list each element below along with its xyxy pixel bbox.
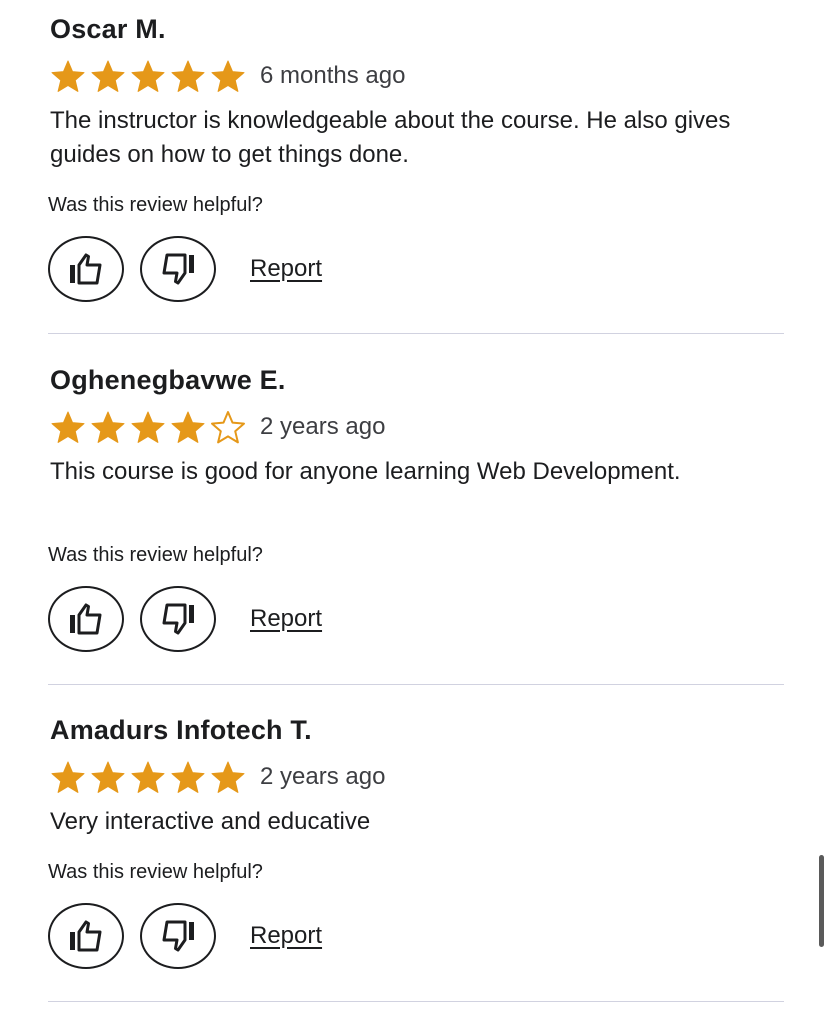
- review-divider: [48, 333, 784, 334]
- scrollbar[interactable]: [819, 855, 824, 947]
- star-filled-icon: [210, 760, 246, 794]
- rating-row: 2 years ago: [50, 409, 385, 445]
- thumbs-up-icon: [67, 919, 105, 953]
- rating-row: 2 years ago: [50, 759, 385, 795]
- review-text: This course is good for anyone learning …: [50, 458, 681, 485]
- thumbs-up-button[interactable]: [48, 586, 124, 652]
- star-rating: [50, 760, 250, 794]
- review-date: 2 years ago: [260, 413, 386, 440]
- star-rating: [50, 59, 250, 93]
- star-filled-icon: [50, 59, 86, 93]
- star-filled-icon: [90, 760, 126, 794]
- review-divider: [48, 1001, 784, 1002]
- star-filled-icon: [130, 59, 166, 93]
- report-link[interactable]: Report: [250, 255, 322, 283]
- star-filled-icon: [50, 410, 86, 444]
- reviewer-name: Oghenegbavwe E.: [50, 365, 286, 395]
- review-divider: [48, 684, 784, 685]
- report-link[interactable]: Report: [250, 605, 322, 633]
- review-actions: Report: [48, 583, 322, 655]
- thumbs-down-button[interactable]: [140, 903, 216, 969]
- star-filled-icon: [50, 760, 86, 794]
- review-text: The instructor is knowledgeable about th…: [50, 107, 731, 168]
- report-link[interactable]: Report: [250, 922, 322, 950]
- star-filled-icon: [210, 59, 246, 93]
- thumbs-up-button[interactable]: [48, 236, 124, 302]
- star-empty-icon: [210, 410, 246, 444]
- review-card: Oghenegbavwe E. 2 years ago This course …: [48, 363, 784, 663]
- star-filled-icon: [170, 410, 206, 444]
- star-filled-icon: [90, 410, 126, 444]
- reviewer-name: Oscar M.: [50, 14, 166, 44]
- review-date: 2 years ago: [260, 763, 386, 790]
- review-card: Oscar M. 6 months ago The instructor is …: [48, 12, 784, 312]
- helpful-prompt: Was this review helpful?: [48, 544, 263, 566]
- thumbs-down-button[interactable]: [140, 586, 216, 652]
- review-actions: Report: [48, 233, 322, 305]
- star-filled-icon: [130, 760, 166, 794]
- star-rating: [50, 410, 250, 444]
- thumbs-up-icon: [67, 602, 105, 636]
- thumbs-down-icon: [159, 602, 197, 636]
- star-filled-icon: [170, 59, 206, 93]
- thumbs-up-icon: [67, 252, 105, 286]
- review-text: Very interactive and educative: [50, 808, 371, 835]
- review-card: Amadurs Infotech T. 2 years ago Very int…: [48, 713, 784, 983]
- star-filled-icon: [130, 410, 166, 444]
- rating-row: 6 months ago: [50, 58, 405, 94]
- thumbs-down-icon: [159, 252, 197, 286]
- thumbs-up-button[interactable]: [48, 903, 124, 969]
- star-filled-icon: [170, 760, 206, 794]
- helpful-prompt: Was this review helpful?: [48, 194, 263, 216]
- thumbs-down-button[interactable]: [140, 236, 216, 302]
- reviewer-name: Amadurs Infotech T.: [50, 715, 312, 745]
- review-actions: Report: [48, 900, 322, 972]
- star-filled-icon: [90, 59, 126, 93]
- thumbs-down-icon: [159, 919, 197, 953]
- review-date: 6 months ago: [260, 62, 406, 89]
- helpful-prompt: Was this review helpful?: [48, 861, 263, 883]
